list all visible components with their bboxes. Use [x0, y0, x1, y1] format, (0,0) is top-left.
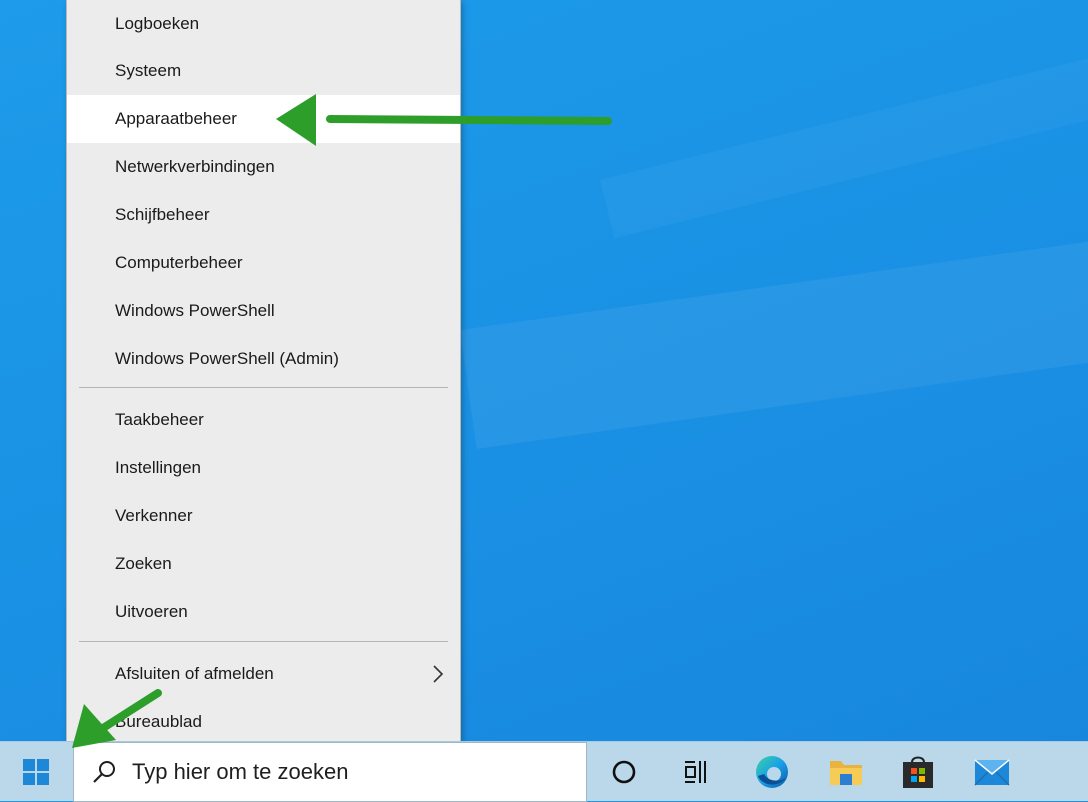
taskbar: Typ hier om te zoeken — [0, 741, 1088, 802]
store-icon[interactable] — [898, 752, 938, 792]
mail-icon[interactable] — [972, 752, 1012, 792]
menu-item-zoeken[interactable]: Zoeken — [67, 540, 460, 588]
menu-separator — [79, 387, 448, 388]
menu-item-label: Windows PowerShell — [115, 301, 275, 320]
menu-item-label: Windows PowerShell (Admin) — [115, 349, 339, 368]
menu-item-computerbeheer[interactable]: Computerbeheer — [67, 239, 460, 287]
menu-item-netwerkverbindingen[interactable]: Netwerkverbindingen — [67, 143, 460, 191]
menu-item-label: Netwerkverbindingen — [115, 157, 275, 176]
cortana-icon[interactable] — [604, 752, 644, 792]
menu-item-uitvoeren[interactable]: Uitvoeren — [67, 588, 460, 636]
menu-item-instellingen[interactable]: Instellingen — [67, 444, 460, 492]
chevron-right-icon — [433, 665, 444, 683]
menu-item-apparaatbeheer[interactable]: Apparaatbeheer — [67, 95, 460, 143]
menu-item-label: Logboeken — [115, 14, 200, 33]
menu-item-label: Zoeken — [115, 554, 172, 573]
windows-start-icon — [23, 759, 49, 785]
taskbar-search-box[interactable]: Typ hier om te zoeken — [73, 742, 587, 802]
task-view-icon[interactable] — [676, 752, 716, 792]
menu-item-afsluiten-of-afmelden[interactable]: Afsluiten of afmelden — [67, 650, 460, 698]
file-explorer-icon[interactable] — [826, 752, 866, 792]
menu-item-verkenner[interactable]: Verkenner — [67, 492, 460, 540]
winx-context-menu: Logboeken Systeem Apparaatbeheer Netwerk… — [66, 0, 461, 755]
menu-item-label: Uitvoeren — [115, 602, 188, 621]
search-icon — [74, 742, 134, 802]
menu-item-label: Schijfbeheer — [115, 205, 210, 224]
start-button[interactable] — [0, 742, 72, 802]
menu-item-schijfbeheer[interactable]: Schijfbeheer — [67, 191, 460, 239]
menu-item-logboeken[interactable]: Logboeken — [67, 0, 460, 48]
menu-item-systeem[interactable]: Systeem — [67, 47, 460, 95]
menu-item-label: Computerbeheer — [115, 253, 243, 272]
menu-item-label: Systeem — [115, 61, 182, 80]
menu-item-taakbeheer[interactable]: Taakbeheer — [67, 396, 460, 444]
search-placeholder: Typ hier om te zoeken — [132, 759, 349, 784]
menu-item-label: Instellingen — [115, 458, 202, 477]
menu-item-label: Apparaatbeheer — [115, 109, 237, 128]
menu-item-bureaublad[interactable]: Bureaublad — [67, 698, 460, 746]
menu-separator — [79, 641, 448, 642]
menu-item-windows-powershell-admin[interactable]: Windows PowerShell (Admin) — [67, 335, 460, 383]
menu-item-label: Taakbeheer — [115, 410, 204, 429]
menu-item-label: Verkenner — [115, 506, 193, 525]
menu-item-windows-powershell[interactable]: Windows PowerShell — [67, 287, 460, 335]
menu-item-label: Bureaublad — [115, 712, 202, 731]
menu-item-label: Afsluiten of afmelden — [115, 664, 274, 683]
edge-icon[interactable] — [752, 752, 792, 792]
